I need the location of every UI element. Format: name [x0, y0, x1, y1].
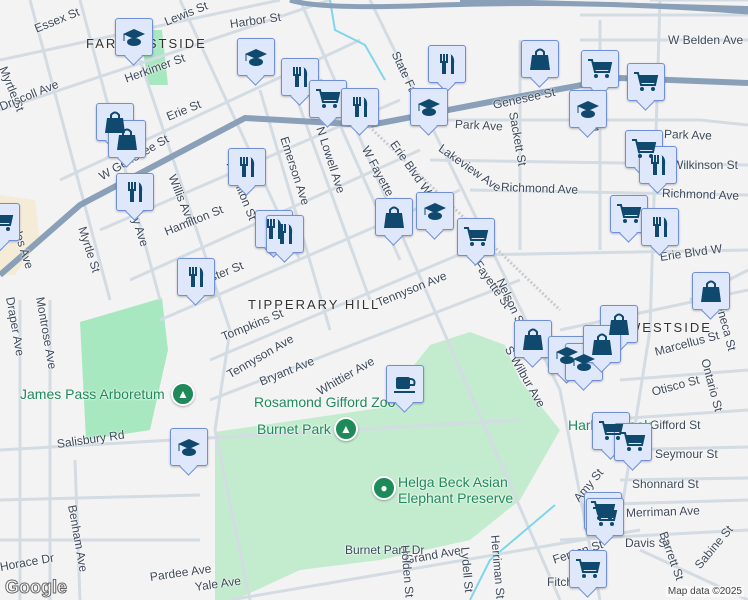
grocery-icon: [617, 204, 642, 223]
grocery-icon: [621, 432, 646, 451]
grocery-icon: [316, 89, 341, 108]
map[interactable]: FAR WESTSIDE TIPPERARY HILL WESTSIDE Ess…: [0, 0, 748, 600]
restaurant-marker[interactable]: [228, 148, 266, 186]
street-label: Seymour St: [655, 447, 718, 461]
grocery-icon: [588, 59, 613, 78]
school-marker[interactable]: [569, 90, 607, 128]
shopping-icon: [592, 333, 612, 355]
restaurant-marker[interactable]: [341, 88, 379, 126]
grocery-marker[interactable]: [0, 203, 20, 241]
restaurant-icon: [240, 157, 255, 177]
restaurant-icon: [651, 155, 666, 175]
grocery-marker[interactable]: [569, 550, 607, 588]
poi-james-pass-arboretum[interactable]: James Pass Arboretum: [20, 386, 165, 402]
restaurant-marker[interactable]: [266, 215, 304, 253]
shopping-marker[interactable]: [514, 320, 552, 358]
school-icon: [577, 101, 599, 118]
restaurant-icon: [653, 217, 668, 237]
map-attribution[interactable]: Map data ©2025: [665, 586, 744, 597]
street-label: Richmond Ave: [500, 180, 579, 197]
school-marker[interactable]: [170, 428, 208, 466]
street-label: Shonnard St: [632, 477, 699, 491]
poi-burnet-park[interactable]: Burnet Park: [257, 421, 331, 437]
grocery-marker[interactable]: [586, 498, 624, 536]
shopping-marker[interactable]: [375, 198, 413, 236]
restaurant-marker[interactable]: [428, 45, 466, 83]
shopping-marker[interactable]: [521, 40, 559, 78]
restaurant-marker[interactable]: [177, 258, 215, 296]
grocery-icon: [593, 507, 618, 526]
grocery-marker[interactable]: [627, 63, 665, 101]
restaurant-icon: [293, 67, 308, 87]
street-label: W Belden Ave: [668, 33, 744, 47]
shopping-icon: [117, 128, 137, 150]
tree-icon[interactable]: ▲: [171, 382, 195, 406]
street-label: Park Ave: [454, 117, 504, 134]
restaurant-marker[interactable]: [639, 146, 677, 184]
street-label: Merriman Ave: [625, 503, 701, 520]
restaurant-icon: [128, 182, 143, 202]
grocery-marker[interactable]: [614, 423, 652, 461]
shopping-icon: [701, 280, 721, 302]
restaurant-marker[interactable]: [116, 173, 154, 211]
shopping-marker[interactable]: [108, 120, 146, 158]
restaurant-icon: [278, 224, 293, 244]
grocery-icon: [464, 227, 489, 246]
street-label: Wilkinson St: [672, 158, 739, 172]
coffee-icon: [394, 377, 416, 393]
school-marker[interactable]: [115, 18, 153, 56]
street-label: Park Ave: [663, 127, 713, 143]
school-icon: [418, 99, 440, 116]
grocery-icon: [0, 215, 14, 231]
street-label: Richmond Ave: [661, 186, 740, 203]
restaurant-icon: [440, 54, 455, 74]
school-marker[interactable]: [410, 88, 448, 126]
shopping-icon: [530, 48, 550, 70]
school-marker[interactable]: [237, 38, 275, 76]
grocery-icon: [634, 72, 659, 91]
school-icon: [245, 49, 267, 66]
grocery-marker[interactable]: [457, 218, 495, 256]
grocery-icon: [576, 559, 601, 578]
poi-rosamond-gifford-zoo[interactable]: Rosamond Gifford Zoo: [254, 394, 395, 410]
school-icon: [178, 439, 200, 456]
grocery-marker[interactable]: [581, 50, 619, 88]
school-icon: [123, 29, 145, 46]
shopping-icon: [384, 206, 404, 228]
poi-elephant-preserve[interactable]: Helga Beck Asian Elephant Preserve: [398, 474, 528, 506]
restaurant-icon: [353, 97, 368, 117]
school-icon: [424, 203, 446, 220]
google-logo: Google: [5, 577, 68, 598]
paw-icon[interactable]: ●: [372, 476, 396, 500]
school-marker[interactable]: [416, 192, 454, 230]
street-label: Gifford St: [650, 418, 701, 432]
tree-icon[interactable]: ▲: [334, 417, 358, 441]
shopping-icon: [523, 328, 543, 350]
restaurant-marker[interactable]: [641, 208, 679, 246]
park-james-pass-arboretum: [80, 298, 168, 440]
restaurant-icon: [189, 267, 204, 287]
coffee-marker[interactable]: [386, 365, 424, 403]
shopping-marker[interactable]: [692, 272, 730, 310]
